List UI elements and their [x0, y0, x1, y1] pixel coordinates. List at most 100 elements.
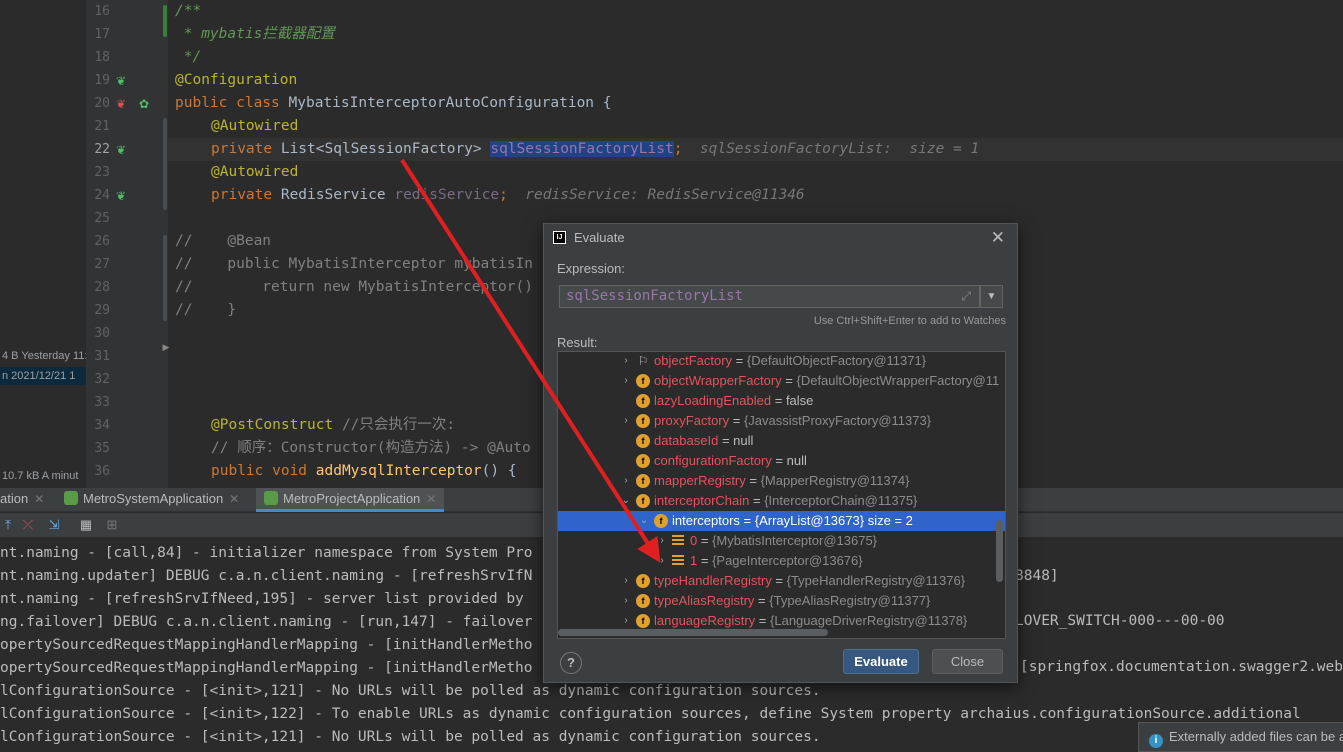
- file-info-row-selected[interactable]: n 2021/12/21 1: [0, 367, 86, 385]
- line-number[interactable]: 33: [86, 391, 110, 414]
- fold-marker[interactable]: [163, 118, 167, 210]
- fold-marker[interactable]: [163, 235, 167, 321]
- line-number[interactable]: 17: [86, 23, 110, 46]
- dialog-titlebar[interactable]: IJ Evaluate ✕: [544, 224, 1017, 252]
- file-info-row[interactable]: 10.7 kB A minut: [0, 467, 86, 485]
- evaluate-table-icon[interactable]: ▦: [78, 517, 94, 533]
- line-number[interactable]: 23: [86, 161, 110, 184]
- field-icon: f: [636, 414, 650, 428]
- expand-icon[interactable]: ⤢: [961, 286, 971, 307]
- equals: =: [755, 613, 771, 628]
- keyword: private: [211, 187, 281, 203]
- line-number[interactable]: 36: [86, 460, 110, 483]
- code-line: public void addMysqlInterceptor() {: [211, 460, 517, 483]
- collapse-arrow-icon[interactable]: ⌄: [638, 511, 650, 531]
- line-number[interactable]: 28: [86, 276, 110, 299]
- field-value: {TypeHandlerRegistry@11376}: [786, 573, 966, 588]
- tree-row-text: lazyLoadingEnabled = false: [654, 391, 813, 411]
- expand-arrow-icon[interactable]: ›: [620, 352, 632, 371]
- line-number[interactable]: 25: [86, 207, 110, 230]
- expand-arrow-icon[interactable]: ›: [656, 531, 668, 551]
- autowired-icon[interactable]: ❦: [113, 142, 129, 158]
- tree-row[interactable]: f lazyLoadingEnabled = false: [558, 391, 1005, 411]
- line-number[interactable]: 35: [86, 437, 110, 460]
- tree-row[interactable]: › f objectWrapperFactory = {DefaultObjectW…: [558, 371, 1005, 391]
- line-number[interactable]: 34: [86, 414, 110, 437]
- keyword: private: [211, 141, 281, 157]
- expand-arrow-icon[interactable]: ›: [620, 371, 632, 391]
- notification-balloon[interactable]: i Externally added files can be a: [1138, 722, 1343, 752]
- close-button[interactable]: Close: [932, 649, 1003, 674]
- evaluate-button[interactable]: Evaluate: [843, 649, 919, 674]
- tree-row[interactable]: › f typeHandlerRegistry = {TypeHandlerRegi…: [558, 571, 1005, 591]
- expand-arrow-icon[interactable]: ›: [620, 411, 632, 431]
- line-number[interactable]: 22: [86, 138, 110, 161]
- run-tab[interactable]: MetroSystemApplication ✕: [64, 488, 239, 512]
- line-number[interactable]: 20: [86, 92, 110, 115]
- line-number[interactable]: 16: [86, 0, 110, 23]
- project-panel-fragment: 4 B Yesterday 11: n 2021/12/21 1 10.7 kB…: [0, 0, 86, 488]
- drop-frame-icon[interactable]: ⤫: [20, 517, 36, 533]
- tree-row[interactable]: › ⚐ objectFactory = {DefaultObjectFactory@…: [558, 352, 1005, 371]
- line-number[interactable]: 31: [86, 345, 110, 368]
- field-name: proxyFactory: [654, 413, 730, 428]
- line-number[interactable]: 18: [86, 46, 110, 69]
- run-tab-label: MetroProjectApplication: [283, 491, 421, 506]
- line-number[interactable]: 19: [86, 69, 110, 92]
- expand-arrow-icon[interactable]: ›: [620, 571, 632, 591]
- help-icon[interactable]: ?: [560, 652, 582, 674]
- selected-field[interactable]: sqlSessionFactoryList: [490, 141, 674, 157]
- tree-row[interactable]: › f mapperRegistry = {MapperRegistry@11374…: [558, 471, 1005, 491]
- close-icon[interactable]: ✕: [426, 492, 436, 506]
- console-line: lConfigurationSource - [<init>,121] - No…: [0, 729, 821, 745]
- close-icon[interactable]: ✕: [229, 492, 239, 506]
- tree-row[interactable]: f configurationFactory = null: [558, 451, 1005, 471]
- line-number[interactable]: 29: [86, 299, 110, 322]
- line-number[interactable]: 24: [86, 184, 110, 207]
- grid-icon[interactable]: ⊞: [104, 517, 120, 533]
- line-number[interactable]: 26: [86, 230, 110, 253]
- run-tab[interactable]: ation ✕: [0, 488, 44, 512]
- tree-row[interactable]: › f typeAliasRegistry = {TypeAliasRegistry…: [558, 591, 1005, 611]
- tree-row[interactable]: › f proxyFactory = {JavassistProxyFactory@…: [558, 411, 1005, 431]
- result-tree[interactable]: › ⚐ objectFactory = {DefaultObjectFactory@…: [557, 351, 1006, 639]
- fold-marker[interactable]: [163, 5, 167, 37]
- step-out-icon[interactable]: ⤒: [0, 517, 16, 533]
- class-name: MybatisInterceptorAutoConfiguration {: [288, 95, 612, 111]
- expand-arrow-icon[interactable]: ›: [620, 611, 632, 631]
- expand-arrow-icon[interactable]: ›: [620, 471, 632, 491]
- expand-arrow-icon[interactable]: ›: [656, 551, 668, 571]
- close-icon[interactable]: ✕: [991, 226, 1005, 250]
- expand-arrow-icon[interactable]: ▶: [158, 339, 174, 355]
- close-icon[interactable]: ✕: [34, 492, 44, 506]
- console-line-tail: [springfox.documentation.swagger2.web: [1020, 659, 1343, 675]
- run-to-cursor-icon[interactable]: ⇲: [46, 517, 62, 533]
- spring-bean-icon[interactable]: ❦: [113, 73, 129, 89]
- history-dropdown-button[interactable]: ▼: [980, 285, 1003, 308]
- autowired-icon[interactable]: ❦: [113, 188, 129, 204]
- spring-config-icon[interactable]: ✿: [136, 96, 152, 112]
- line-number[interactable]: 21: [86, 115, 110, 138]
- array-element-icon: [672, 555, 684, 567]
- expression-input[interactable]: sqlSessionFactoryList ⤢: [559, 285, 980, 308]
- tree-row[interactable]: f databaseId = null: [558, 431, 1005, 451]
- horizontal-scrollbar[interactable]: [558, 629, 828, 636]
- vertical-scrollbar[interactable]: [996, 520, 1003, 582]
- tree-row[interactable]: ⌄ f interceptorChain = {InterceptorChain@1…: [558, 491, 1005, 511]
- tree-row[interactable]: ⌄ f interceptors = {ArrayList@13673} size …: [558, 511, 1005, 531]
- tree-row[interactable]: › f languageRegistry = {LanguageDriverRegi…: [558, 611, 1005, 631]
- collapse-arrow-icon[interactable]: ⌄: [620, 491, 632, 511]
- console-line: nt.naming.updater] DEBUG c.a.n.client.na…: [0, 568, 533, 584]
- line-number[interactable]: 27: [86, 253, 110, 276]
- file-info-row[interactable]: 4 B Yesterday 11:: [0, 347, 86, 365]
- array-element-icon: [672, 535, 684, 547]
- line-number[interactable]: 30: [86, 322, 110, 345]
- tree-row[interactable]: › 1 = {PageInterceptor@13676}: [558, 551, 1005, 571]
- run-tab-active[interactable]: MetroProjectApplication ✕: [256, 488, 445, 512]
- expand-arrow-icon[interactable]: ›: [620, 591, 632, 611]
- field-icon: f: [636, 574, 650, 588]
- spring-bean-icon[interactable]: ❦: [113, 96, 129, 112]
- tree-row[interactable]: › 0 = {MybatisInterceptor@13675}: [558, 531, 1005, 551]
- line-number[interactable]: 32: [86, 368, 110, 391]
- console-line: nt.naming - [call,84] - initializer name…: [0, 545, 533, 561]
